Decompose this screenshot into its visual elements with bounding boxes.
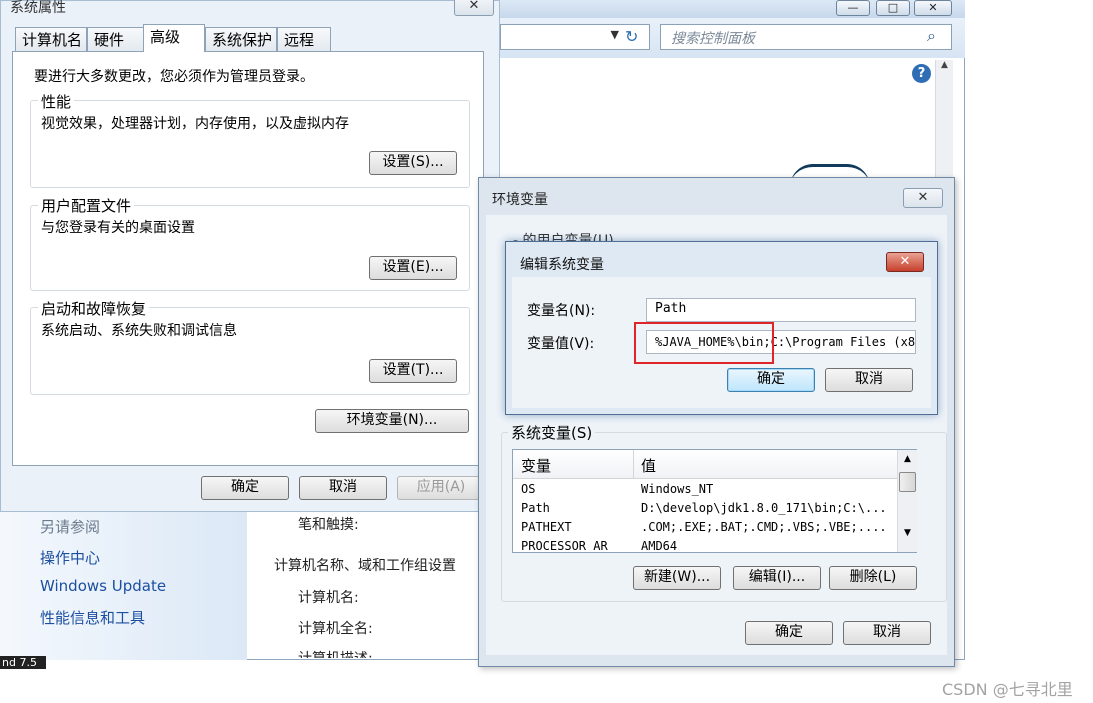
list-item-value[interactable]: .COM;.EXE;.BAT;.CMD;.VBS;.VBE;.... [641, 520, 887, 534]
minimize-button[interactable]: — [836, 0, 870, 16]
search-placeholder: 搜索控制面板 [671, 31, 755, 47]
edit-variable-button[interactable]: 编辑(I)... [733, 566, 821, 590]
refresh-icon[interactable]: ↻ [625, 27, 638, 46]
main-scrollbar[interactable]: ▲ [935, 60, 953, 180]
help-icon[interactable]: ? [912, 64, 931, 83]
chevron-down-icon[interactable]: ▼ [611, 28, 619, 41]
tab-hardware[interactable]: 硬件 [87, 27, 144, 51]
list-item-value[interactable]: Windows_NT [641, 482, 713, 496]
highlight-box [634, 322, 774, 364]
list-item-name[interactable]: PATHEXT [521, 520, 572, 534]
list-item-name[interactable]: OS [521, 482, 535, 496]
sidebar-link-action-center[interactable]: 操作中心 [40, 547, 100, 568]
computer-description-label: 计算机描述: [298, 648, 373, 658]
user-profiles-settings-button[interactable]: 设置(E)... [369, 256, 457, 280]
user-profiles-description: 与您登录有关的桌面设置 [41, 220, 195, 236]
see-also-heading: 另请参阅 [40, 518, 101, 536]
startup-recovery-settings-button[interactable]: 设置(T)... [369, 359, 457, 383]
tab-computer-name[interactable]: 计算机名 [15, 27, 87, 51]
close-icon: ✕ [917, 190, 929, 205]
environment-variables-ok-button[interactable]: 确定 [745, 621, 833, 645]
system-properties-cancel-button[interactable]: 取消 [299, 476, 387, 500]
scroll-thumb[interactable] [899, 472, 916, 492]
maximize-button[interactable]: □ [876, 0, 910, 16]
edit-system-variable-title: 编辑系统变量 [520, 257, 604, 273]
system-properties-title: 系统属性 [10, 0, 66, 16]
admin-notice: 要进行大多数更改，您必须作为管理员登录。 [34, 69, 314, 85]
sidebar-link-windows-update[interactable]: Windows Update [40, 577, 166, 595]
system-properties-apply-button[interactable]: 应用(A) [397, 476, 485, 500]
system-variables-header: 变量 值 [513, 450, 899, 479]
list-item-value[interactable]: D:\develop\jdk1.8.0_171\bin;C:\... [641, 501, 887, 515]
pen-touch-label: 笔和触摸: [298, 517, 359, 533]
sidebar-link-performance-tools[interactable]: 性能信息和工具 [40, 607, 145, 628]
performance-description: 视觉效果，处理器计划，内存使用，以及虚拟内存 [41, 116, 349, 132]
tab-advanced[interactable]: 高级 [143, 24, 205, 52]
edit-ok-button[interactable]: 确定 [727, 368, 815, 392]
environment-variables-button[interactable]: 环境变量(N)... [315, 409, 469, 433]
full-computer-name-label: 计算机全名: [298, 621, 373, 637]
performance-title: 性能 [38, 91, 75, 112]
environment-variables-close-button[interactable]: ✕ [903, 188, 943, 208]
variable-value-label: 变量值(V): [527, 336, 595, 352]
system-variables-label: 系统变量(S) [508, 422, 596, 443]
list-scrollbar[interactable]: ▲ ▼ [897, 450, 917, 552]
close-icon: ✕ [468, 0, 480, 13]
variable-name-field[interactable]: Path [646, 298, 916, 322]
edition-fragment: nd 7.5 [0, 656, 46, 669]
system-properties-ok-button[interactable]: 确定 [201, 476, 289, 500]
column-variable[interactable]: 变量 [521, 455, 551, 476]
tab-system-protection[interactable]: 系统保护 [205, 27, 277, 51]
close-icon: ✕ [899, 254, 911, 269]
computer-name-label: 计算机名: [298, 590, 359, 606]
column-value[interactable]: 值 [641, 455, 656, 476]
user-profiles-title: 用户配置文件 [38, 195, 135, 216]
tab-remote[interactable]: 远程 [277, 27, 331, 51]
scroll-up-icon[interactable]: ▲ [898, 454, 917, 464]
delete-variable-button[interactable]: 删除(L) [829, 566, 917, 590]
list-item-value[interactable]: AMD64 [641, 539, 677, 552]
search-icon[interactable]: ⌕ [927, 26, 936, 46]
variable-name-label: 变量名(N): [527, 303, 596, 319]
scroll-down-icon[interactable]: ▼ [898, 528, 917, 538]
list-item-name[interactable]: PROCESSOR_AR [521, 539, 608, 552]
environment-variables-cancel-button[interactable]: 取消 [843, 621, 931, 645]
startup-recovery-description: 系统启动、系统失败和调试信息 [41, 323, 237, 339]
search-input[interactable]: 搜索控制面板 [660, 24, 952, 50]
window-close-button[interactable]: ✕ [914, 0, 952, 16]
environment-variables-title: 环境变量 [492, 192, 548, 208]
computer-name-section-title: 计算机名称、域和工作组设置 [274, 558, 456, 574]
watermark: CSDN @七寻北里 [942, 680, 1073, 699]
column-divider[interactable] [633, 450, 634, 478]
system-properties-close-button[interactable]: ✕ [454, 0, 494, 16]
scroll-up-icon[interactable]: ▲ [936, 60, 953, 70]
edit-cancel-button[interactable]: 取消 [825, 368, 913, 392]
startup-recovery-title: 启动和故障恢复 [38, 298, 150, 319]
performance-settings-button[interactable]: 设置(S)... [369, 151, 457, 175]
new-variable-button[interactable]: 新建(W)... [633, 566, 721, 590]
edit-close-button[interactable]: ✕ [886, 252, 924, 272]
list-item-name[interactable]: Path [521, 501, 550, 515]
